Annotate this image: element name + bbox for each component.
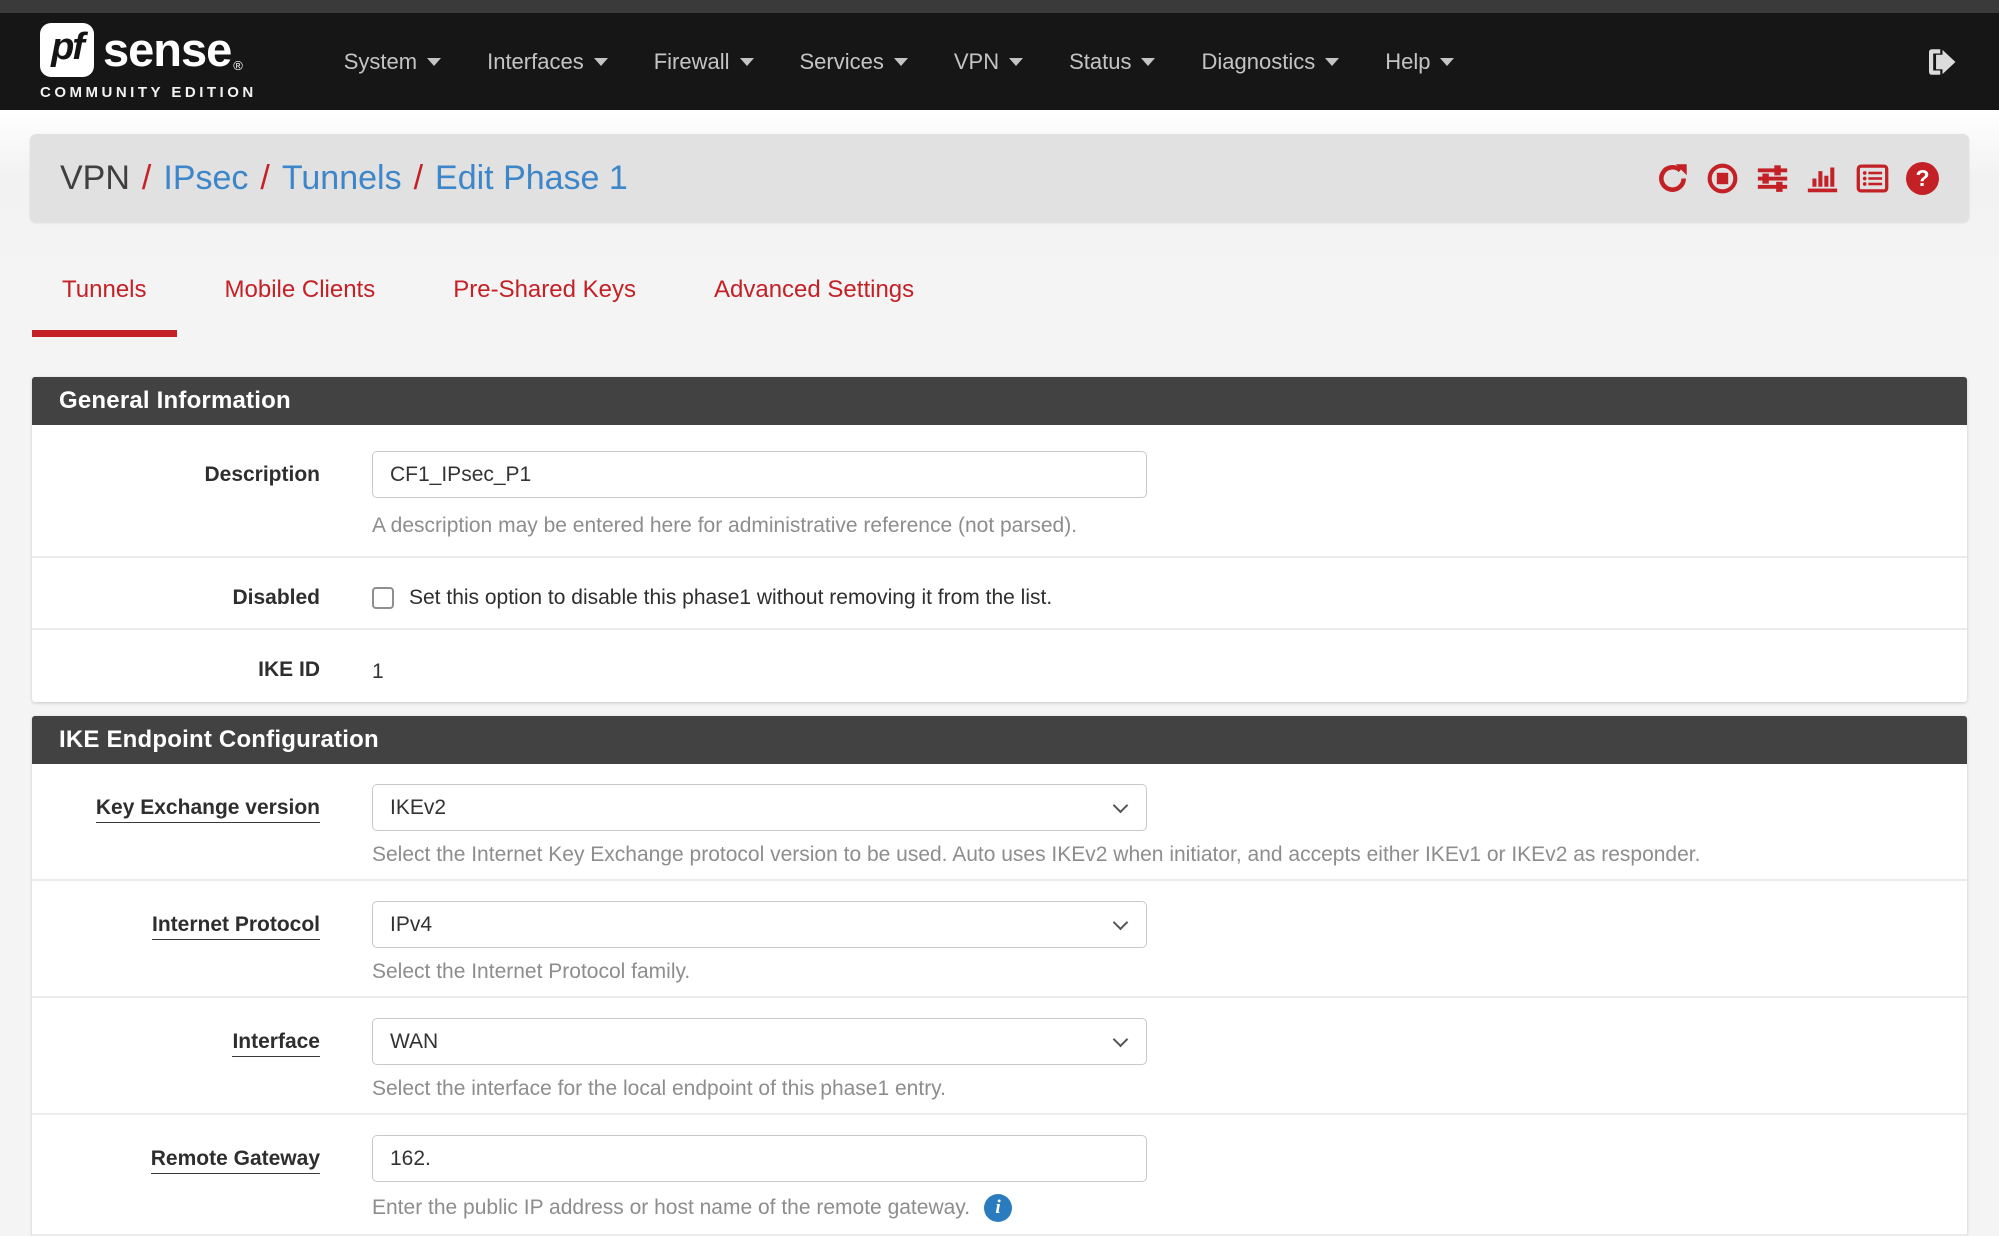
pf-logo-icon: pf: [40, 23, 94, 77]
nav-menu: System Interfaces Firewall Services VPN …: [321, 39, 1478, 85]
description-label: Description: [32, 451, 372, 538]
caret-down-icon: [594, 58, 608, 66]
breadcrumb-edit-phase-1[interactable]: Edit Phase 1: [435, 159, 628, 198]
remote-gateway-label: Remote Gateway: [151, 1147, 320, 1174]
chevron-down-icon: [1113, 798, 1129, 814]
nav-item-diagnostics[interactable]: Diagnostics: [1178, 39, 1362, 85]
form-row-ike-id: IKE ID 1: [32, 630, 1967, 702]
page-action-icons: [1656, 162, 1939, 195]
nav-item-vpn[interactable]: VPN: [931, 39, 1046, 85]
interface-label: Interface: [232, 1030, 320, 1057]
info-icon[interactable]: [984, 1194, 1012, 1222]
tab-mobile-clients[interactable]: Mobile Clients: [195, 276, 406, 337]
form-row-key-exchange-version: Key Exchange version IKEv2 Select the In…: [32, 764, 1967, 881]
caret-down-icon: [1440, 58, 1454, 66]
nav-item-services[interactable]: Services: [777, 39, 931, 85]
panel-general-information: General Information Description A descri…: [32, 377, 1967, 702]
caret-down-icon: [740, 58, 754, 66]
interface-help: Select the interface for the local endpo…: [372, 1077, 1935, 1101]
nav-item-help[interactable]: Help: [1362, 39, 1477, 85]
nav-item-interfaces[interactable]: Interfaces: [464, 39, 631, 85]
breadcrumb-vpn: VPN: [60, 159, 130, 198]
chevron-down-icon: [1113, 1032, 1129, 1048]
caret-down-icon: [427, 58, 441, 66]
main-navbar: pf sense ® COMMUNITY EDITION System Inte…: [0, 13, 1999, 110]
form-row-description: Description A description may be entered…: [32, 425, 1967, 558]
key-exchange-version-help: Select the Internet Key Exchange protoco…: [372, 843, 1935, 867]
registered-mark: ®: [233, 58, 243, 73]
description-input[interactable]: [372, 451, 1147, 498]
internet-protocol-label: Internet Protocol: [152, 913, 320, 940]
sliders-icon[interactable]: [1756, 162, 1789, 195]
description-help: A description may be entered here for ad…: [372, 514, 1935, 538]
disabled-checkbox[interactable]: [372, 587, 394, 609]
ike-id-value: 1: [372, 656, 1935, 684]
chevron-down-icon: [1113, 915, 1129, 931]
form-row-remote-gateway: Remote Gateway Enter the public IP addre…: [32, 1115, 1967, 1236]
breadcrumb-bar: VPN / IPsec / Tunnels / Edit Phase 1: [30, 134, 1969, 222]
tab-bar: Tunnels Mobile Clients Pre-Shared Keys A…: [32, 276, 1967, 337]
panel-title: IKE Endpoint Configuration: [32, 716, 1967, 764]
caret-down-icon: [1325, 58, 1339, 66]
interface-select[interactable]: WAN: [372, 1018, 1147, 1065]
remote-gateway-input[interactable]: [372, 1135, 1147, 1182]
key-exchange-version-label: Key Exchange version: [96, 796, 320, 823]
tab-tunnels[interactable]: Tunnels: [32, 276, 177, 337]
sign-out-icon[interactable]: [1923, 44, 1959, 80]
remote-gateway-help: Enter the public IP address or host name…: [372, 1194, 1935, 1222]
tab-pre-shared-keys[interactable]: Pre-Shared Keys: [423, 276, 666, 337]
disabled-label: Disabled: [32, 584, 372, 610]
breadcrumb-tunnels[interactable]: Tunnels: [282, 159, 402, 198]
internet-protocol-help: Select the Internet Protocol family.: [372, 960, 1935, 984]
caret-down-icon: [1141, 58, 1155, 66]
panel-title: General Information: [32, 377, 1967, 425]
caret-down-icon: [1009, 58, 1023, 66]
nav-item-firewall[interactable]: Firewall: [631, 39, 777, 85]
stop-icon[interactable]: [1706, 162, 1739, 195]
breadcrumb-separator: /: [260, 159, 269, 198]
refresh-icon[interactable]: [1656, 162, 1689, 195]
bar-chart-icon[interactable]: [1806, 162, 1839, 195]
form-row-interface: Interface WAN Select the interface for t…: [32, 998, 1967, 1115]
help-icon[interactable]: [1906, 162, 1939, 195]
internet-protocol-select[interactable]: IPv4: [372, 901, 1147, 948]
disabled-checkbox-label: Set this option to disable this phase1 w…: [409, 586, 1052, 610]
breadcrumb-separator: /: [142, 159, 151, 198]
panel-ike-endpoint-configuration: IKE Endpoint Configuration Key Exchange …: [32, 716, 1967, 1236]
ike-id-label: IKE ID: [32, 656, 372, 684]
list-icon[interactable]: [1856, 162, 1889, 195]
nav-item-status[interactable]: Status: [1046, 39, 1178, 85]
breadcrumb-ipsec[interactable]: IPsec: [163, 159, 248, 198]
form-row-disabled: Disabled Set this option to disable this…: [32, 558, 1967, 630]
pfsense-logo[interactable]: pf sense ® COMMUNITY EDITION: [40, 23, 257, 101]
brand-edition: COMMUNITY EDITION: [40, 84, 257, 101]
key-exchange-version-select[interactable]: IKEv2: [372, 784, 1147, 831]
caret-down-icon: [894, 58, 908, 66]
form-row-internet-protocol: Internet Protocol IPv4 Select the Intern…: [32, 881, 1967, 998]
breadcrumb-separator: /: [414, 159, 423, 198]
tab-advanced-settings[interactable]: Advanced Settings: [684, 276, 944, 337]
nav-item-system[interactable]: System: [321, 39, 464, 85]
top-strip: [0, 0, 1999, 13]
brand-name: sense: [103, 26, 231, 73]
